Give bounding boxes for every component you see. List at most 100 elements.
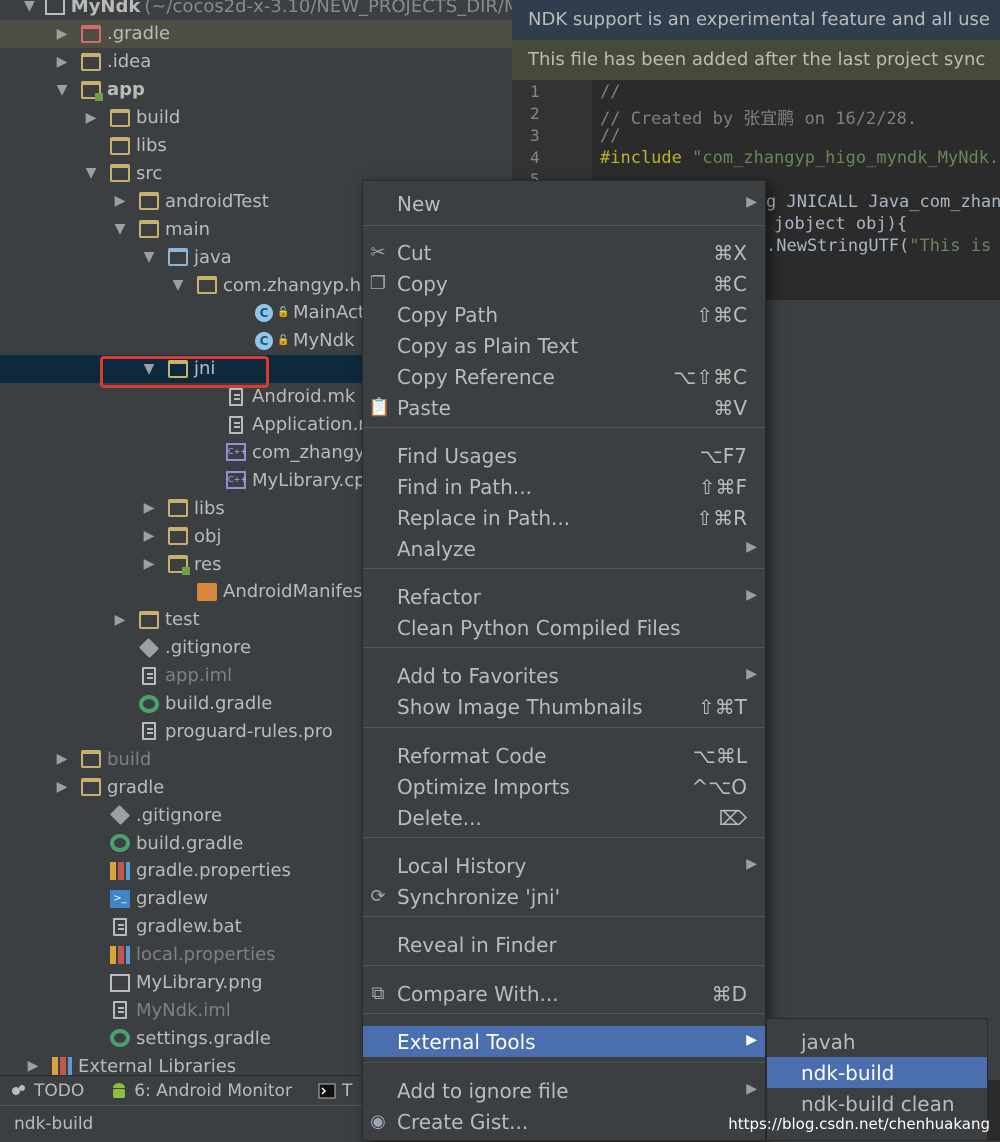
tree-item-label: test [165, 609, 200, 631]
menu-find-usages[interactable]: Find Usages ⌥F7 [363, 440, 765, 471]
submenu-ndk-build[interactable]: ndk-build [767, 1057, 987, 1088]
expand-right-icon[interactable]: ▶ [140, 500, 158, 516]
tree-item-label: .gradle [107, 23, 171, 45]
expand-right-icon[interactable]: ▶ [140, 528, 158, 544]
tree-item-label: gradlew.bat [136, 916, 242, 938]
menu-separator [363, 225, 765, 226]
expand-right-icon[interactable]: ▶ [111, 612, 129, 628]
gradle-icon [110, 834, 130, 852]
menu-item-label: Reveal in Finder [397, 933, 557, 957]
menu-separator [363, 427, 765, 428]
tree-item-label: app [107, 79, 145, 101]
tree-item-label: .idea [107, 51, 152, 73]
menu-synchronize[interactable]: ⟳ Synchronize 'jni' [363, 881, 765, 912]
menu-cut[interactable]: ✂ Cut ⌘X [363, 237, 765, 268]
expand-right-icon[interactable]: ▶ [53, 751, 71, 767]
class-icon: C [255, 303, 273, 322]
submenu-arrow-icon: ▶ [746, 194, 757, 210]
menu-show-thumbnails[interactable]: Show Image Thumbnails ⇧⌘T [363, 691, 765, 722]
android-monitor-tool-button[interactable]: 6: Android Monitor [110, 1081, 292, 1101]
tree-item-label: .gitignore [136, 804, 223, 826]
tree-item-label: Android.mk [252, 386, 356, 408]
menu-copy-path[interactable]: Copy Path ⇧⌘C [363, 299, 765, 330]
tree-folder-gradle-hidden[interactable]: ▶ .gradle [0, 19, 512, 48]
tree-item-label: build [107, 748, 152, 770]
menu-external-tools[interactable]: External Tools ▶ [363, 1026, 765, 1057]
submenu-javah[interactable]: javah [767, 1026, 987, 1057]
terminal-tool-button[interactable]: T [318, 1081, 352, 1101]
gradle-icon [139, 694, 159, 713]
terminal-label: T [341, 1081, 353, 1101]
include-directive: #include [600, 148, 693, 168]
tree-folder-app-build[interactable]: ▶ build [0, 104, 512, 132]
expand-down-icon[interactable]: ▼ [24, 0, 35, 14]
menu-replace-in-path[interactable]: Replace in Path... ⇧⌘R [363, 502, 765, 533]
tree-folder-idea[interactable]: ▶ .idea [0, 48, 512, 76]
code-line-6[interactable]: g JNICALL Java_com_zhan [766, 192, 1000, 212]
menu-optimize-imports[interactable]: Optimize Imports ^⌥O [363, 771, 765, 802]
expand-right-icon[interactable]: ▶ [111, 193, 129, 209]
module-folder-icon [81, 80, 103, 101]
menu-reformat-code[interactable]: Reformat Code ⌥⌘L [363, 740, 765, 771]
menu-local-history[interactable]: Local History ▶ [363, 850, 765, 881]
menu-item-label: Analyze [397, 537, 476, 561]
copy-icon: ❐ [369, 273, 387, 294]
code-call: .NewStringUTF( [766, 236, 910, 256]
terminal-icon [318, 1083, 336, 1099]
menu-item-label: Optimize Imports [397, 775, 570, 799]
expand-down-icon[interactable]: ▼ [53, 82, 71, 98]
folder-icon [139, 220, 159, 239]
menu-new[interactable]: New ▶ [363, 188, 765, 219]
code-line-1[interactable]: // [600, 82, 620, 102]
menu-create-gist[interactable]: ◉ Create Gist... [363, 1106, 765, 1137]
expand-down-icon[interactable]: ▼ [82, 165, 100, 181]
menu-shortcut: ⇧⌘C [696, 303, 747, 327]
submenu-item-label: ndk-build clean [801, 1092, 955, 1116]
expand-right-icon[interactable]: ▶ [140, 556, 158, 572]
expand-right-icon[interactable]: ▶ [24, 1058, 42, 1074]
expand-down-icon[interactable]: ▼ [140, 249, 158, 265]
menu-copy[interactable]: ❐ Copy ⌘C [363, 268, 765, 299]
expand-down-icon[interactable]: ▼ [111, 221, 129, 237]
menu-item-label: Refactor [397, 585, 481, 609]
code-line-8[interactable]: .NewStringUTF("This is [766, 236, 991, 256]
menu-reveal-finder[interactable]: Reveal in Finder [363, 929, 765, 960]
folder-icon [168, 499, 188, 518]
folder-icon [81, 778, 101, 797]
menu-separator [363, 727, 765, 728]
expand-down-icon[interactable]: ▼ [169, 277, 187, 293]
menu-find-in-path[interactable]: Find in Path... ⇧⌘F [363, 471, 765, 502]
scissors-icon: ✂ [370, 242, 386, 263]
menu-refactor[interactable]: Refactor ▶ [363, 581, 765, 612]
code-line-7[interactable]: jobject obj){ [774, 214, 907, 234]
menu-compare-with[interactable]: ⧉ Compare With... ⌘D [363, 978, 765, 1009]
menu-add-favorites[interactable]: Add to Favorites ▶ [363, 660, 765, 691]
menu-add-ignore[interactable]: Add to ignore file ▶ [363, 1075, 765, 1106]
menu-analyze[interactable]: Analyze ▶ [363, 533, 765, 564]
expand-right-icon[interactable]: ▶ [53, 779, 71, 795]
tree-folder-app[interactable]: ▼ app [0, 76, 512, 104]
tree-item-label: MyNdk [293, 330, 355, 352]
tree-root[interactable]: ▼ MyNdk (~/cocos2d-x-3.10/NEW_PROJECTS_DIR… [0, 0, 512, 20]
menu-clean-python[interactable]: Clean Python Compiled Files [363, 612, 765, 643]
menu-item-label: Copy Reference [397, 365, 555, 389]
todo-tool-button[interactable]: TODO [10, 1081, 84, 1101]
code-line-3[interactable]: // [600, 126, 620, 146]
menu-copy-reference[interactable]: Copy Reference ⌥⇧⌘C [363, 361, 765, 392]
expand-right-icon[interactable]: ▶ [53, 26, 71, 42]
code-line-2[interactable]: // Created by 张宜鹏 on 16/2/28. [600, 104, 917, 129]
todo-label: TODO [34, 1081, 85, 1101]
menu-delete[interactable]: Delete... ⌦ [363, 802, 765, 833]
code-line-4[interactable]: #include "com_zhangyp_higo_myndk_MyNdk. [600, 148, 999, 168]
expand-right-icon[interactable]: ▶ [82, 110, 100, 126]
menu-separator [363, 965, 765, 966]
expand-right-icon[interactable]: ▶ [53, 54, 71, 70]
menu-copy-plain-text[interactable]: Copy as Plain Text [363, 330, 765, 361]
include-path: "com_zhangyp_higo_myndk_MyNdk. [692, 148, 1000, 168]
menu-shortcut: ⇧⌘R [696, 506, 747, 530]
menu-paste[interactable]: 📋 Paste ⌘V [363, 392, 765, 423]
tree-item-label: proguard-rules.pro [165, 720, 333, 742]
context-menu: New ▶ ✂ Cut ⌘X ❐ Copy ⌘C Copy Path ⇧⌘C Copy as Pla… [362, 180, 766, 1141]
menu-item-label: Compare With... [397, 982, 559, 1006]
tree-folder-app-libs[interactable]: ▶libs [0, 132, 512, 160]
